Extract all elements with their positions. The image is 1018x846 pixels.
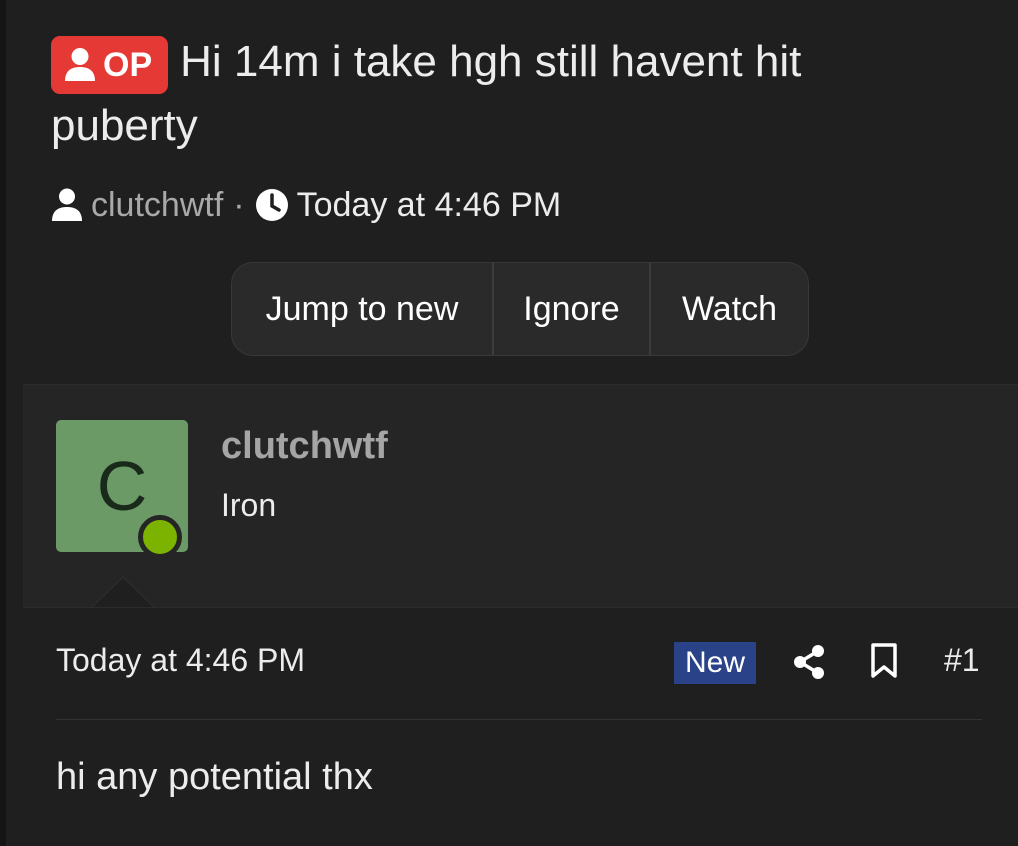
op-badge: OP — [51, 36, 169, 94]
post-user-block: C clutchwtf Iron — [23, 384, 1018, 608]
thread-date[interactable]: Today at 4:46 PM — [297, 186, 562, 225]
thread-action-group: Jump to new Ignore Watch — [231, 262, 809, 356]
new-badge: New — [674, 642, 757, 684]
watch-button[interactable]: Watch — [649, 263, 808, 355]
user-icon — [65, 48, 95, 81]
post-date[interactable]: Today at 4:46 PM — [56, 642, 305, 679]
bookmark-icon[interactable] — [870, 642, 898, 680]
thread-title-block: OP Hi 14m i take hgh still havent hit pu… — [51, 30, 951, 158]
share-icon[interactable] — [792, 644, 826, 680]
jump-to-new-button[interactable]: Jump to new — [232, 263, 492, 355]
post-meta-row: Today at 4:46 PM New #1 — [56, 630, 986, 694]
thread-author[interactable]: clutchwtf — [91, 186, 223, 225]
clock-icon — [255, 189, 288, 221]
op-label: OP — [103, 46, 153, 84]
thread-meta: clutchwtf · Today at 4:46 PM — [51, 182, 561, 228]
post-arrow-notch-fill — [93, 578, 153, 607]
ignore-button[interactable]: Ignore — [492, 263, 649, 355]
meta-separator: · — [233, 185, 245, 224]
post-username[interactable]: clutchwtf — [221, 425, 388, 468]
user-title: Iron — [221, 487, 277, 523]
user-icon — [52, 188, 82, 221]
post-body: hi any potential thx — [56, 756, 373, 798]
thread-page: OP Hi 14m i take hgh still havent hit pu… — [6, 0, 1018, 846]
post-divider — [56, 719, 982, 720]
online-status-indicator — [138, 515, 182, 559]
post-number[interactable]: #1 — [944, 642, 980, 679]
